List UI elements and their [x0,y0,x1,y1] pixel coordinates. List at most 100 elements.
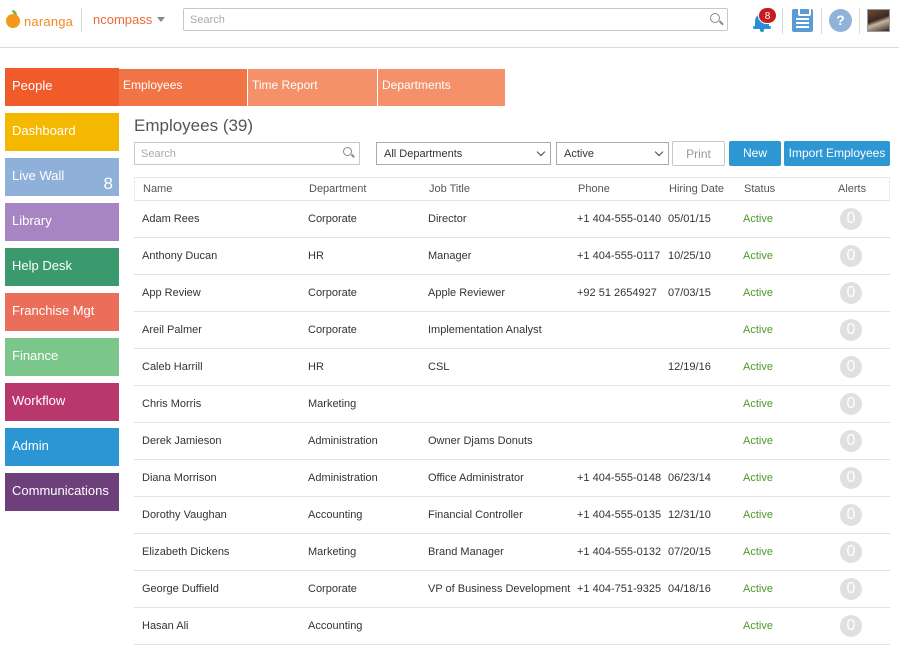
sidebar-item-help-desk[interactable]: Help Desk [5,248,119,286]
page-title: Employees (39) [134,116,254,135]
cell-job-title: Office Administrator [428,472,524,484]
tab-employees[interactable]: Employees [119,69,248,106]
column-header-hiring-date[interactable]: Hiring Date [669,183,724,195]
orange-logo-icon [6,10,20,28]
sidebar-item-label: Communications [12,483,109,498]
cell-hiring-date: 06/23/14 [668,472,711,484]
alert-count-badge[interactable]: 0 [840,467,862,489]
cell-name[interactable]: Hasan Ali [142,620,188,632]
column-header-name[interactable]: Name [143,183,172,195]
alert-count-badge[interactable]: 0 [840,615,862,637]
table-row[interactable]: Elizabeth Dickens Marketing Brand Manager +… [134,534,890,571]
cell-department: Corporate [308,583,357,595]
sidebar-item-franchise-mgt[interactable]: Franchise Mgt [5,293,119,331]
global-search-input[interactable] [183,8,728,31]
table-row[interactable]: Anthony Ducan HR Manager +1 404-555-0117 10/… [134,238,890,275]
search-icon[interactable] [343,147,352,156]
sidebar-item-people[interactable]: People [5,68,119,106]
tab-time-report[interactable]: Time Report [248,69,378,106]
employee-search-input[interactable] [134,142,360,165]
sidebar-item-label: Dashboard [12,123,76,138]
table-row[interactable]: Areil Palmer Corporate Implementation Anal… [134,312,890,349]
alert-count-badge[interactable]: 0 [840,282,862,304]
app-switcher-dropdown[interactable]: ncompass [93,12,166,27]
table-row[interactable]: App Review Corporate Apple Reviewer +92 51 … [134,275,890,312]
search-icon[interactable] [710,13,720,23]
column-header-status[interactable]: Status [744,183,775,195]
help-icon[interactable]: ? [829,9,852,32]
cell-department: Accounting [308,509,363,521]
cell-name[interactable]: Chris Morris [142,398,201,410]
divider [859,8,860,34]
cell-phone: +1 404-555-0135 [577,509,662,521]
cell-name[interactable]: Adam Rees [142,213,199,225]
table-row[interactable]: Derek Jamieson Administration Owner Djams … [134,423,890,460]
table-row[interactable]: Diana Morrison Administration Office Admin… [134,460,890,497]
cell-name[interactable]: Derek Jamieson [142,435,221,447]
table-row[interactable]: Dorothy Vaughan Accounting Financial Contr… [134,497,890,534]
cell-name[interactable]: Caleb Harrill [142,361,203,373]
cell-name[interactable]: Elizabeth Dickens [142,546,229,558]
column-header-department[interactable]: Department [309,183,366,195]
cell-status: Active [743,435,773,447]
cell-name[interactable]: Anthony Ducan [142,250,217,262]
cell-department: Marketing [308,546,357,558]
naranga-logo[interactable]: naranga [6,10,73,32]
alert-count-badge[interactable]: 0 [840,319,862,341]
table-row[interactable]: Adam Rees Corporate Director +1 404-555-014… [134,201,890,238]
sidebar-item-library[interactable]: Library [5,203,119,241]
alert-count-badge[interactable]: 0 [840,245,862,267]
cell-job-title: Owner Djams Donuts [428,435,533,447]
table-row[interactable]: Chris Morris Marketing Active 0 [134,386,890,423]
new-employee-button[interactable]: New [729,141,781,166]
alert-count-badge[interactable]: 0 [840,541,862,563]
cell-name[interactable]: Areil Palmer [142,324,202,336]
alert-count-badge[interactable]: 0 [840,356,862,378]
sidebar-item-dashboard[interactable]: Dashboard [5,113,119,151]
cell-name[interactable]: App Review [142,287,201,299]
cell-status: Active [743,287,773,299]
table-header: Name Department Job Title Phone Hiring D… [134,178,890,201]
status-filter-select[interactable]: Active [556,142,669,165]
import-employees-button[interactable]: Import Employees [784,141,890,166]
table-row[interactable]: Hasan Ali Accounting Active 0 [134,608,890,645]
cell-name[interactable]: Dorothy Vaughan [142,509,227,521]
sidebar-item-workflow[interactable]: Workflow [5,383,119,421]
divider [782,8,783,34]
cell-department: Marketing [308,398,357,410]
notification-count-badge: 8 [758,7,777,24]
alert-count-badge[interactable]: 0 [840,393,862,415]
sidebar-item-live-wall[interactable]: Live Wall 8 [5,158,119,196]
department-filter-select[interactable]: All Departments [376,142,551,165]
clipboard-icon[interactable] [792,7,813,32]
cell-status: Active [743,361,773,373]
tab-departments[interactable]: Departments [378,69,506,106]
sidebar-item-finance[interactable]: Finance [5,338,119,376]
cell-phone: +1 404-555-0117 [577,250,661,262]
alert-count-badge[interactable]: 0 [840,578,862,600]
alert-count-badge[interactable]: 0 [840,504,862,526]
cell-name[interactable]: George Duffield [142,583,219,595]
cell-status: Active [743,250,773,262]
sidebar-item-label: Workflow [12,393,66,408]
cell-hiring-date: 05/01/15 [668,213,711,225]
department-filter-value: All Departments [384,148,463,160]
cell-department: Administration [308,472,378,484]
print-button[interactable]: Print [672,141,725,166]
alert-count-badge[interactable]: 0 [840,430,862,452]
column-header-job-title[interactable]: Job Title [429,183,470,195]
cell-phone: +1 404-751-9325 [577,583,662,595]
alert-count-badge[interactable]: 0 [840,208,862,230]
cell-job-title: Apple Reviewer [428,287,506,299]
cell-name[interactable]: Diana Morrison [142,472,217,484]
user-avatar[interactable] [867,9,890,32]
cell-status: Active [743,509,773,521]
cell-job-title: Manager [428,250,472,262]
table-row[interactable]: Caleb Harrill HR CSL 12/19/16 Active 0 [134,349,890,386]
sidebar-item-communications[interactable]: Communications [5,473,119,511]
cell-department: Administration [308,435,378,447]
table-row[interactable]: George Duffield Corporate VP of Business D… [134,571,890,608]
sidebar-item-admin[interactable]: Admin [5,428,119,466]
column-header-phone[interactable]: Phone [578,183,610,195]
column-header-alerts: Alerts [838,183,867,195]
